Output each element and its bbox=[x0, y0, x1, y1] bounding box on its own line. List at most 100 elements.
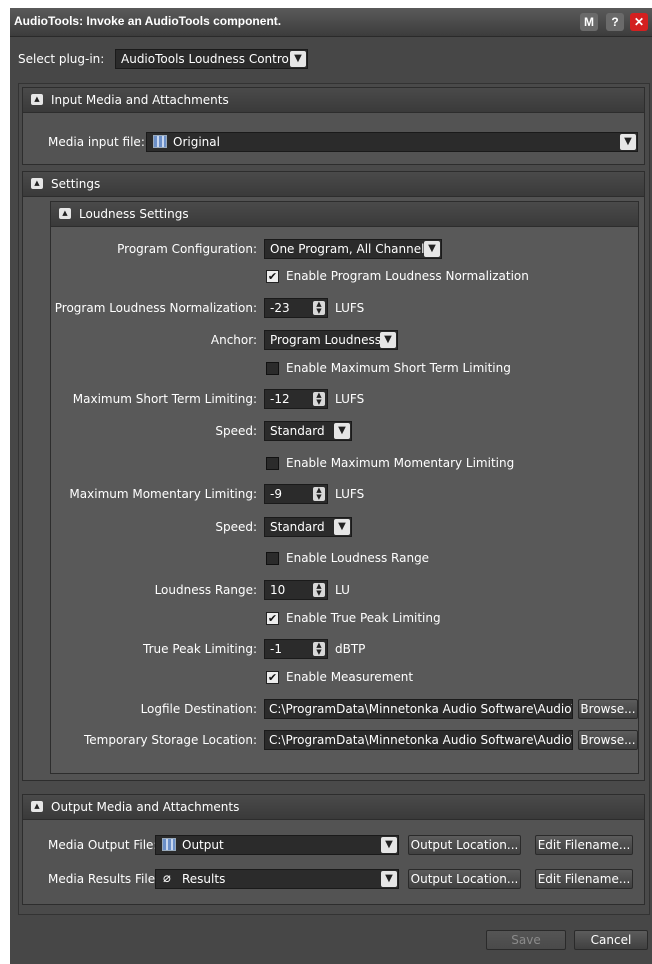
m-button[interactable]: M bbox=[580, 13, 598, 31]
spinner-arrows-icon[interactable]: ▲ ▼ bbox=[313, 583, 325, 597]
loudness-settings-panel: ▲ Loudness Settings Program Configuratio… bbox=[50, 201, 639, 774]
collapse-arrow-icon[interactable]: ▲ bbox=[31, 801, 43, 812]
audiotools-dialog: AudioTools: Invoke an AudioTools compone… bbox=[10, 8, 652, 964]
true-peak-label: True Peak Limiting: bbox=[143, 642, 257, 656]
paperclip-icon: ⌀ bbox=[163, 871, 171, 886]
save-button[interactable]: Save bbox=[486, 930, 566, 950]
short-term-unit: LUFS bbox=[335, 392, 365, 406]
normalization-value: -23 bbox=[270, 301, 290, 315]
range-value: 10 bbox=[270, 583, 286, 597]
output-media-panel: ▲ Output Media and Attachments Media Out… bbox=[22, 794, 645, 905]
collapse-arrow-icon[interactable]: ▲ bbox=[31, 94, 43, 105]
speed-select-2[interactable]: Standard ▼ bbox=[264, 517, 352, 537]
spinner-arrows-icon[interactable]: ▲ ▼ bbox=[313, 392, 325, 406]
momentary-checkbox[interactable] bbox=[266, 457, 279, 470]
short-term-checkbox-label: Enable Maximum Short Term Limiting bbox=[286, 361, 511, 375]
results-output-location-button[interactable]: Output Location... bbox=[408, 869, 521, 889]
settings-header[interactable]: ▲ Settings bbox=[23, 172, 644, 197]
input-media-header[interactable]: ▲ Input Media and Attachments bbox=[23, 88, 644, 113]
temp-storage-field[interactable]: C:\ProgramData\Minnetonka Audio Software… bbox=[264, 730, 573, 750]
speed-value-2: Standard bbox=[270, 520, 325, 534]
chevron-down-icon: ▼ bbox=[620, 134, 636, 150]
true-peak-unit: dBTP bbox=[335, 642, 366, 656]
output-media-title: Output Media and Attachments bbox=[51, 800, 240, 814]
cancel-button[interactable]: Cancel bbox=[574, 930, 648, 950]
media-input-value: Original bbox=[173, 135, 220, 149]
momentary-value: -9 bbox=[270, 487, 282, 501]
media-output-select[interactable]: Output ▼ bbox=[155, 835, 399, 855]
true-peak-value: -1 bbox=[270, 642, 282, 656]
media-results-label: Media Results File: bbox=[48, 872, 160, 886]
logfile-label: Logfile Destination: bbox=[140, 702, 257, 716]
short-term-checkbox[interactable] bbox=[266, 362, 279, 375]
short-term-spinner[interactable]: -12 ▲ ▼ bbox=[264, 389, 328, 409]
chevron-down-icon: ▼ bbox=[290, 51, 306, 67]
normalization-unit: LUFS bbox=[335, 301, 365, 315]
spinner-arrows-icon[interactable]: ▲ ▼ bbox=[313, 301, 325, 315]
title-bar: AudioTools: Invoke an AudioTools compone… bbox=[10, 8, 652, 37]
chevron-down-icon: ▼ bbox=[380, 332, 396, 348]
chevron-down-icon: ▼ bbox=[381, 837, 397, 853]
plugin-label: Select plug-in: bbox=[18, 52, 105, 66]
program-config-select[interactable]: One Program, All Channels ▼ bbox=[264, 239, 442, 259]
true-peak-checkbox[interactable]: ✔ bbox=[266, 612, 279, 625]
plugin-select[interactable]: AudioTools Loudness Control ▼ bbox=[115, 49, 308, 69]
output-media-header[interactable]: ▲ Output Media and Attachments bbox=[23, 795, 644, 820]
collapse-arrow-icon[interactable]: ▲ bbox=[59, 208, 71, 219]
measurement-checkbox-label: Enable Measurement bbox=[286, 670, 414, 684]
settings-title: Settings bbox=[51, 177, 101, 191]
logfile-value: C:\ProgramData\Minnetonka Audio Software… bbox=[269, 702, 573, 716]
chevron-down-icon: ▼ bbox=[381, 871, 397, 887]
speed-label-1: Speed: bbox=[215, 424, 257, 438]
range-checkbox-label: Enable Loudness Range bbox=[286, 551, 430, 565]
media-input-select[interactable]: Original ▼ bbox=[146, 132, 638, 152]
media-results-value: Results bbox=[182, 872, 226, 886]
measurement-checkbox[interactable]: ✔ bbox=[266, 671, 279, 684]
media-output-value: Output bbox=[182, 838, 224, 852]
help-button[interactable]: ? bbox=[606, 13, 624, 31]
program-config-value: One Program, All Channels bbox=[270, 242, 431, 256]
speed-select-1[interactable]: Standard ▼ bbox=[264, 421, 352, 441]
short-term-value: -12 bbox=[270, 392, 290, 406]
short-term-label: Maximum Short Term Limiting: bbox=[72, 392, 257, 406]
momentary-unit: LUFS bbox=[335, 487, 365, 501]
anchor-value: Program Loudness bbox=[270, 333, 381, 347]
window-title: AudioTools: Invoke an AudioTools compone… bbox=[14, 14, 282, 28]
momentary-spinner[interactable]: -9 ▲ ▼ bbox=[264, 484, 328, 504]
range-checkbox[interactable] bbox=[266, 552, 279, 565]
film-strip-icon bbox=[162, 838, 176, 851]
anchor-select[interactable]: Program Loudness ▼ bbox=[264, 330, 398, 350]
momentary-checkbox-label: Enable Maximum Momentary Limiting bbox=[286, 456, 515, 470]
media-output-label: Media Output File: bbox=[48, 838, 158, 852]
logfile-browse-button[interactable]: Browse... bbox=[578, 699, 638, 719]
media-results-select[interactable]: ⌀ Results ▼ bbox=[155, 869, 399, 889]
edit-filename-button[interactable]: Edit Filename... bbox=[535, 835, 633, 855]
logfile-field[interactable]: C:\ProgramData\Minnetonka Audio Software… bbox=[264, 699, 573, 719]
loudness-settings-header[interactable]: ▲ Loudness Settings bbox=[51, 202, 638, 227]
temp-storage-label: Temporary Storage Location: bbox=[83, 733, 257, 747]
normalization-checkbox-label: Enable Program Loudness Normalization bbox=[286, 269, 529, 283]
momentary-label: Maximum Momentary Limiting: bbox=[69, 487, 257, 501]
speed-label-2: Speed: bbox=[215, 520, 257, 534]
spinner-arrows-icon[interactable]: ▲ ▼ bbox=[313, 487, 325, 501]
normalization-spinner[interactable]: -23 ▲ ▼ bbox=[264, 298, 328, 318]
range-unit: LU bbox=[335, 583, 350, 597]
input-media-title: Input Media and Attachments bbox=[51, 93, 229, 107]
chevron-down-icon: ▼ bbox=[334, 423, 350, 439]
collapse-arrow-icon[interactable]: ▲ bbox=[31, 178, 43, 189]
normalization-checkbox[interactable]: ✔ bbox=[266, 270, 279, 283]
true-peak-spinner[interactable]: -1 ▲ ▼ bbox=[264, 639, 328, 659]
plugin-select-value: AudioTools Loudness Control bbox=[121, 52, 293, 66]
anchor-label: Anchor: bbox=[210, 333, 257, 347]
temp-storage-browse-button[interactable]: Browse... bbox=[578, 730, 638, 750]
output-location-button[interactable]: Output Location... bbox=[408, 835, 521, 855]
media-input-label: Media input file: bbox=[48, 135, 145, 149]
true-peak-checkbox-label: Enable True Peak Limiting bbox=[286, 611, 441, 625]
film-strip-icon bbox=[153, 135, 167, 148]
close-button[interactable]: ✕ bbox=[630, 13, 648, 31]
results-edit-filename-button[interactable]: Edit Filename... bbox=[535, 869, 633, 889]
spinner-arrows-icon[interactable]: ▲ ▼ bbox=[313, 642, 325, 656]
program-config-label: Program Configuration: bbox=[117, 242, 257, 256]
range-spinner[interactable]: 10 ▲ ▼ bbox=[264, 580, 328, 600]
normalization-label: Program Loudness Normalization: bbox=[54, 301, 257, 315]
